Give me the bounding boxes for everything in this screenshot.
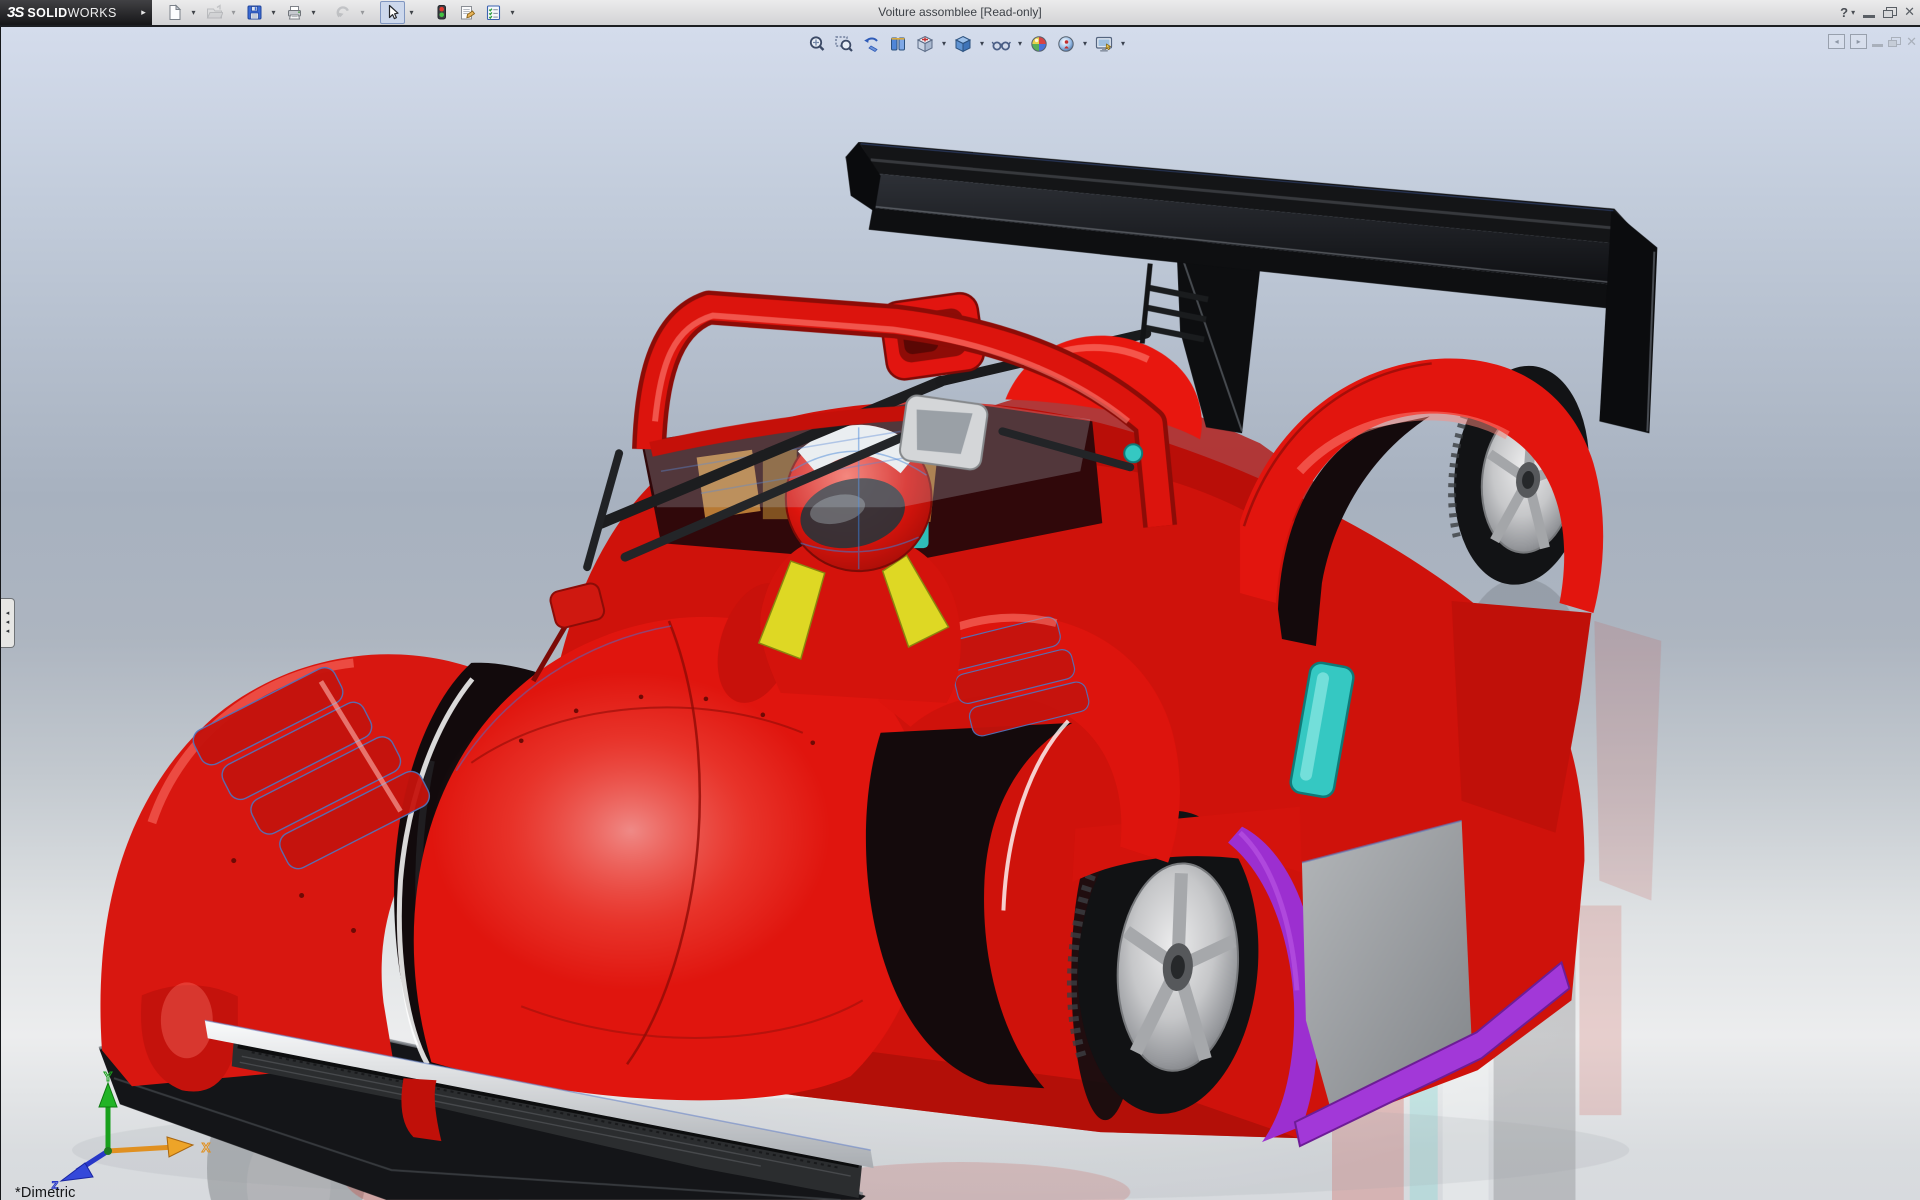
file-properties-button[interactable] [455,1,480,24]
section-view-button[interactable] [885,32,911,55]
collapse-left-icon: ◂ [5,610,10,617]
options-dropdown[interactable]: ▾ [507,2,518,23]
view-settings-button[interactable] [1091,32,1117,55]
solidworks-window: 3S SOLIDWORKS ▸ ▾ ▾ ▾ ▾ ▾ ▾ ▾ Voiture as… [0,0,1920,1200]
collapse-left-icon: ◂ [5,628,10,635]
rebuild-button[interactable] [429,1,454,24]
main-toolbar: ▾ ▾ ▾ ▾ ▾ ▾ ▾ [152,0,520,25]
open-button[interactable] [202,1,227,24]
options-list-icon [486,5,501,21]
rebuild-traffic-light-icon [437,5,446,20]
zoom-to-area-icon [835,35,853,52]
collapse-left-icon: ◂ [5,619,10,626]
undo-arrow-icon [336,6,349,18]
hide-show-items-button[interactable] [988,32,1014,55]
select-dropdown[interactable]: ▾ [406,2,417,23]
view-orientation-label: *Dimetric [15,1185,76,1200]
collapse-right-pane-button[interactable]: ▸ [1850,34,1868,49]
orientation-triad: Y X Z [13,1069,223,1194]
display-style-dropdown[interactable]: ▾ [977,39,987,48]
menu-flyout-arrow[interactable]: ▸ [135,0,152,25]
display-style-button[interactable] [950,32,976,55]
view-settings-dropdown[interactable]: ▾ [1118,39,1128,48]
hide-show-items-icon [991,40,1011,50]
open-dropdown[interactable]: ▾ [228,2,239,23]
view-orientation-icon [916,35,934,52]
help-dropdown-icon: ▾ [1851,7,1856,17]
view-orientation-dropdown[interactable]: ▾ [939,39,949,48]
options-button[interactable] [481,1,506,24]
right-mirror [898,394,989,471]
document-close-button[interactable]: ✕ [1906,35,1917,48]
edit-appearance-button[interactable] [1026,32,1052,55]
hide-show-items-dropdown[interactable]: ▾ [1015,39,1025,48]
featuremanager-flyout-tab[interactable]: ◂ ◂ ◂ [1,598,15,648]
window-title: Voiture assomblee [Read-only] [878,5,1042,19]
flyout-right-icon: ▸ [141,7,146,17]
apply-scene-dropdown[interactable]: ▾ [1080,39,1090,48]
apply-scene-button[interactable] [1053,32,1079,55]
close-button[interactable]: ✕ [1904,0,1915,24]
select-cursor-icon [388,4,399,20]
restore-button[interactable] [1883,7,1898,18]
triad-y-label: Y [104,1071,113,1084]
solidworks-logo: 3S SOLIDWORKS [0,0,135,25]
save-dropdown[interactable]: ▾ [268,2,279,23]
save-floppy-icon [247,5,262,20]
undo-button[interactable] [331,1,356,24]
view-orientation-button[interactable] [912,32,938,55]
new-document-button[interactable] [162,1,187,24]
help-button[interactable]: ? ▾ [1840,5,1855,20]
document-minimize-button[interactable] [1872,44,1884,47]
viewport-3d[interactable]: ▾ ▾ ▾ ▾ ▾ ◂ ▸ ✕ ◂ ◂ ◂ Y X Z *Dimetric [0,27,1920,1200]
zoom-to-fit-button[interactable] [804,32,830,55]
help-icon: ? [1840,4,1849,20]
select-button[interactable] [380,1,405,24]
print-dropdown[interactable]: ▾ [308,2,319,23]
view-settings-icon [1095,36,1113,52]
display-style-icon [954,35,972,52]
dassault-3s-logo-icon: 3S [7,4,24,21]
zoom-to-fit-icon [809,35,825,51]
undo-dropdown[interactable]: ▾ [357,2,368,23]
heads-up-view-toolbar: ▾ ▾ ▾ ▾ ▾ [804,32,1128,55]
edit-appearance-icon [1031,35,1047,52]
minimize-button[interactable] [1863,15,1876,18]
document-window-controls: ◂ ▸ ✕ [1828,34,1917,49]
save-button[interactable] [242,1,267,24]
document-restore-button[interactable] [1888,36,1902,47]
new-document-icon [169,4,182,20]
window-controls: ? ▾ ✕ [1840,0,1915,24]
solidworks-wordmark: SOLIDWORKS [27,5,117,20]
print-button[interactable] [282,1,307,24]
apply-scene-icon [1058,35,1074,52]
open-folder-icon [206,4,223,19]
panel-left-icon: ◂ [1834,37,1839,46]
print-icon [288,6,301,20]
panel-right-icon: ▸ [1856,37,1861,46]
section-view-icon [891,37,905,50]
file-properties-icon [461,6,476,20]
triad-x-label: X [202,1140,211,1155]
previous-view-icon [864,37,878,52]
zoom-to-area-button[interactable] [831,32,857,55]
collapse-left-pane-button[interactable]: ◂ [1828,34,1846,49]
new-document-dropdown[interactable]: ▾ [188,2,199,23]
previous-view-button[interactable] [858,32,884,55]
titlebar: 3S SOLIDWORKS ▸ ▾ ▾ ▾ ▾ ▾ ▾ ▾ Voiture as… [0,0,1920,27]
car-model-render [72,141,1662,1200]
